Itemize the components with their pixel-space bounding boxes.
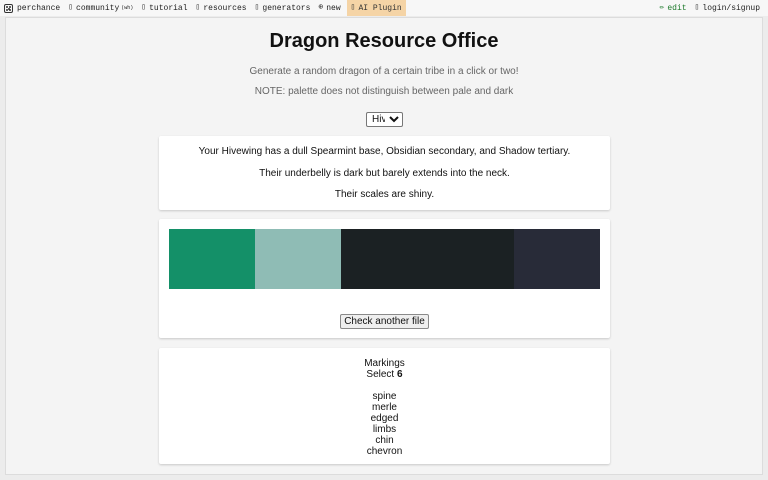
markings-select-count: Select 6 [159,369,610,380]
marking-item: chevron [366,446,403,457]
nav-community-label: community [76,3,120,13]
nav-brand-label: perchance [17,3,61,13]
palette-card: Check another file [159,219,610,338]
generators-icon: ▯ [254,3,260,12]
community-icon: ▯ [68,3,74,12]
nav-left-group: perchance ▯ community (wh) ▯ tutorial ▯ … [0,0,406,16]
tutorial-icon: ▯ [141,3,147,12]
top-nav-bar: perchance ▯ community (wh) ▯ tutorial ▯ … [0,0,768,16]
nav-brand-link[interactable]: perchance [0,0,64,16]
user-icon: ▯ [694,3,700,12]
nav-edit-link[interactable]: ✏ edit [656,0,691,16]
marking-item: edged [370,413,399,424]
generator-page: Dragon Resource Office Generate a random… [5,17,763,475]
page-subtitle: Generate a random dragon of a certain tr… [249,66,519,77]
palette-swatch [169,229,256,289]
marking-item: limbs [372,424,397,435]
ai-plugin-icon: ▯ [350,3,356,12]
palette-swatch [255,229,342,289]
nav-login-link[interactable]: ▯ login/signup [691,0,764,16]
palette-swatch [513,229,601,289]
page-title: Dragon Resource Office [269,30,499,52]
palette-note: NOTE: palette does not distinguish betwe… [254,86,514,97]
nav-new-link[interactable]: ⊕ new [314,0,344,16]
nav-edit-label: edit [667,3,687,13]
resources-icon: ▯ [195,3,201,12]
nav-resources-link[interactable]: ▯ resources [192,0,251,16]
dragon-description-card: Your Hivewing has a dull Spearmint base,… [159,136,610,210]
palette-swatch [341,229,429,289]
palette-swatches [169,229,601,289]
palette-swatch [427,229,515,289]
nav-login-label: login/signup [702,3,760,13]
nav-ai-plugin-link[interactable]: ▯ AI Plugin [346,0,406,16]
nav-generators-label: generators [262,3,311,13]
markings-select-prefix: Select [366,369,397,380]
markings-card: Markings Select 6 spine merle edged limb… [159,348,610,464]
description-underbelly: Their underbelly is dark but barely exte… [259,168,510,179]
plus-circle-icon: ⊕ [318,3,324,12]
nav-resources-label: resources [203,3,247,13]
nav-ai-plugin-label: AI Plugin [358,3,402,13]
nav-tutorial-label: tutorial [149,3,188,13]
marking-item: chin [375,435,394,446]
nav-community-link[interactable]: ▯ community (wh) [64,0,137,16]
nav-tutorial-link[interactable]: ▯ tutorial [137,0,191,16]
marking-item: merle [371,402,397,413]
nav-new-label: new [326,3,341,13]
dice-icon [4,3,13,13]
tribe-select[interactable]: Hive [366,112,403,127]
nav-community-badge: (wh) [121,5,134,11]
nav-right-group: ✏ edit ▯ login/signup [656,0,768,16]
markings-count: 6 [397,369,403,380]
nav-generators-link[interactable]: ▯ generators [251,0,315,16]
check-another-file-button[interactable]: Check another file [340,314,429,329]
description-scales: Their scales are shiny. [334,189,435,200]
marking-item: spine [372,391,397,402]
pencil-icon: ✏ [659,3,665,12]
description-colors: Your Hivewing has a dull Spearmint base,… [198,146,571,157]
markings-heading: Markings [364,358,405,369]
